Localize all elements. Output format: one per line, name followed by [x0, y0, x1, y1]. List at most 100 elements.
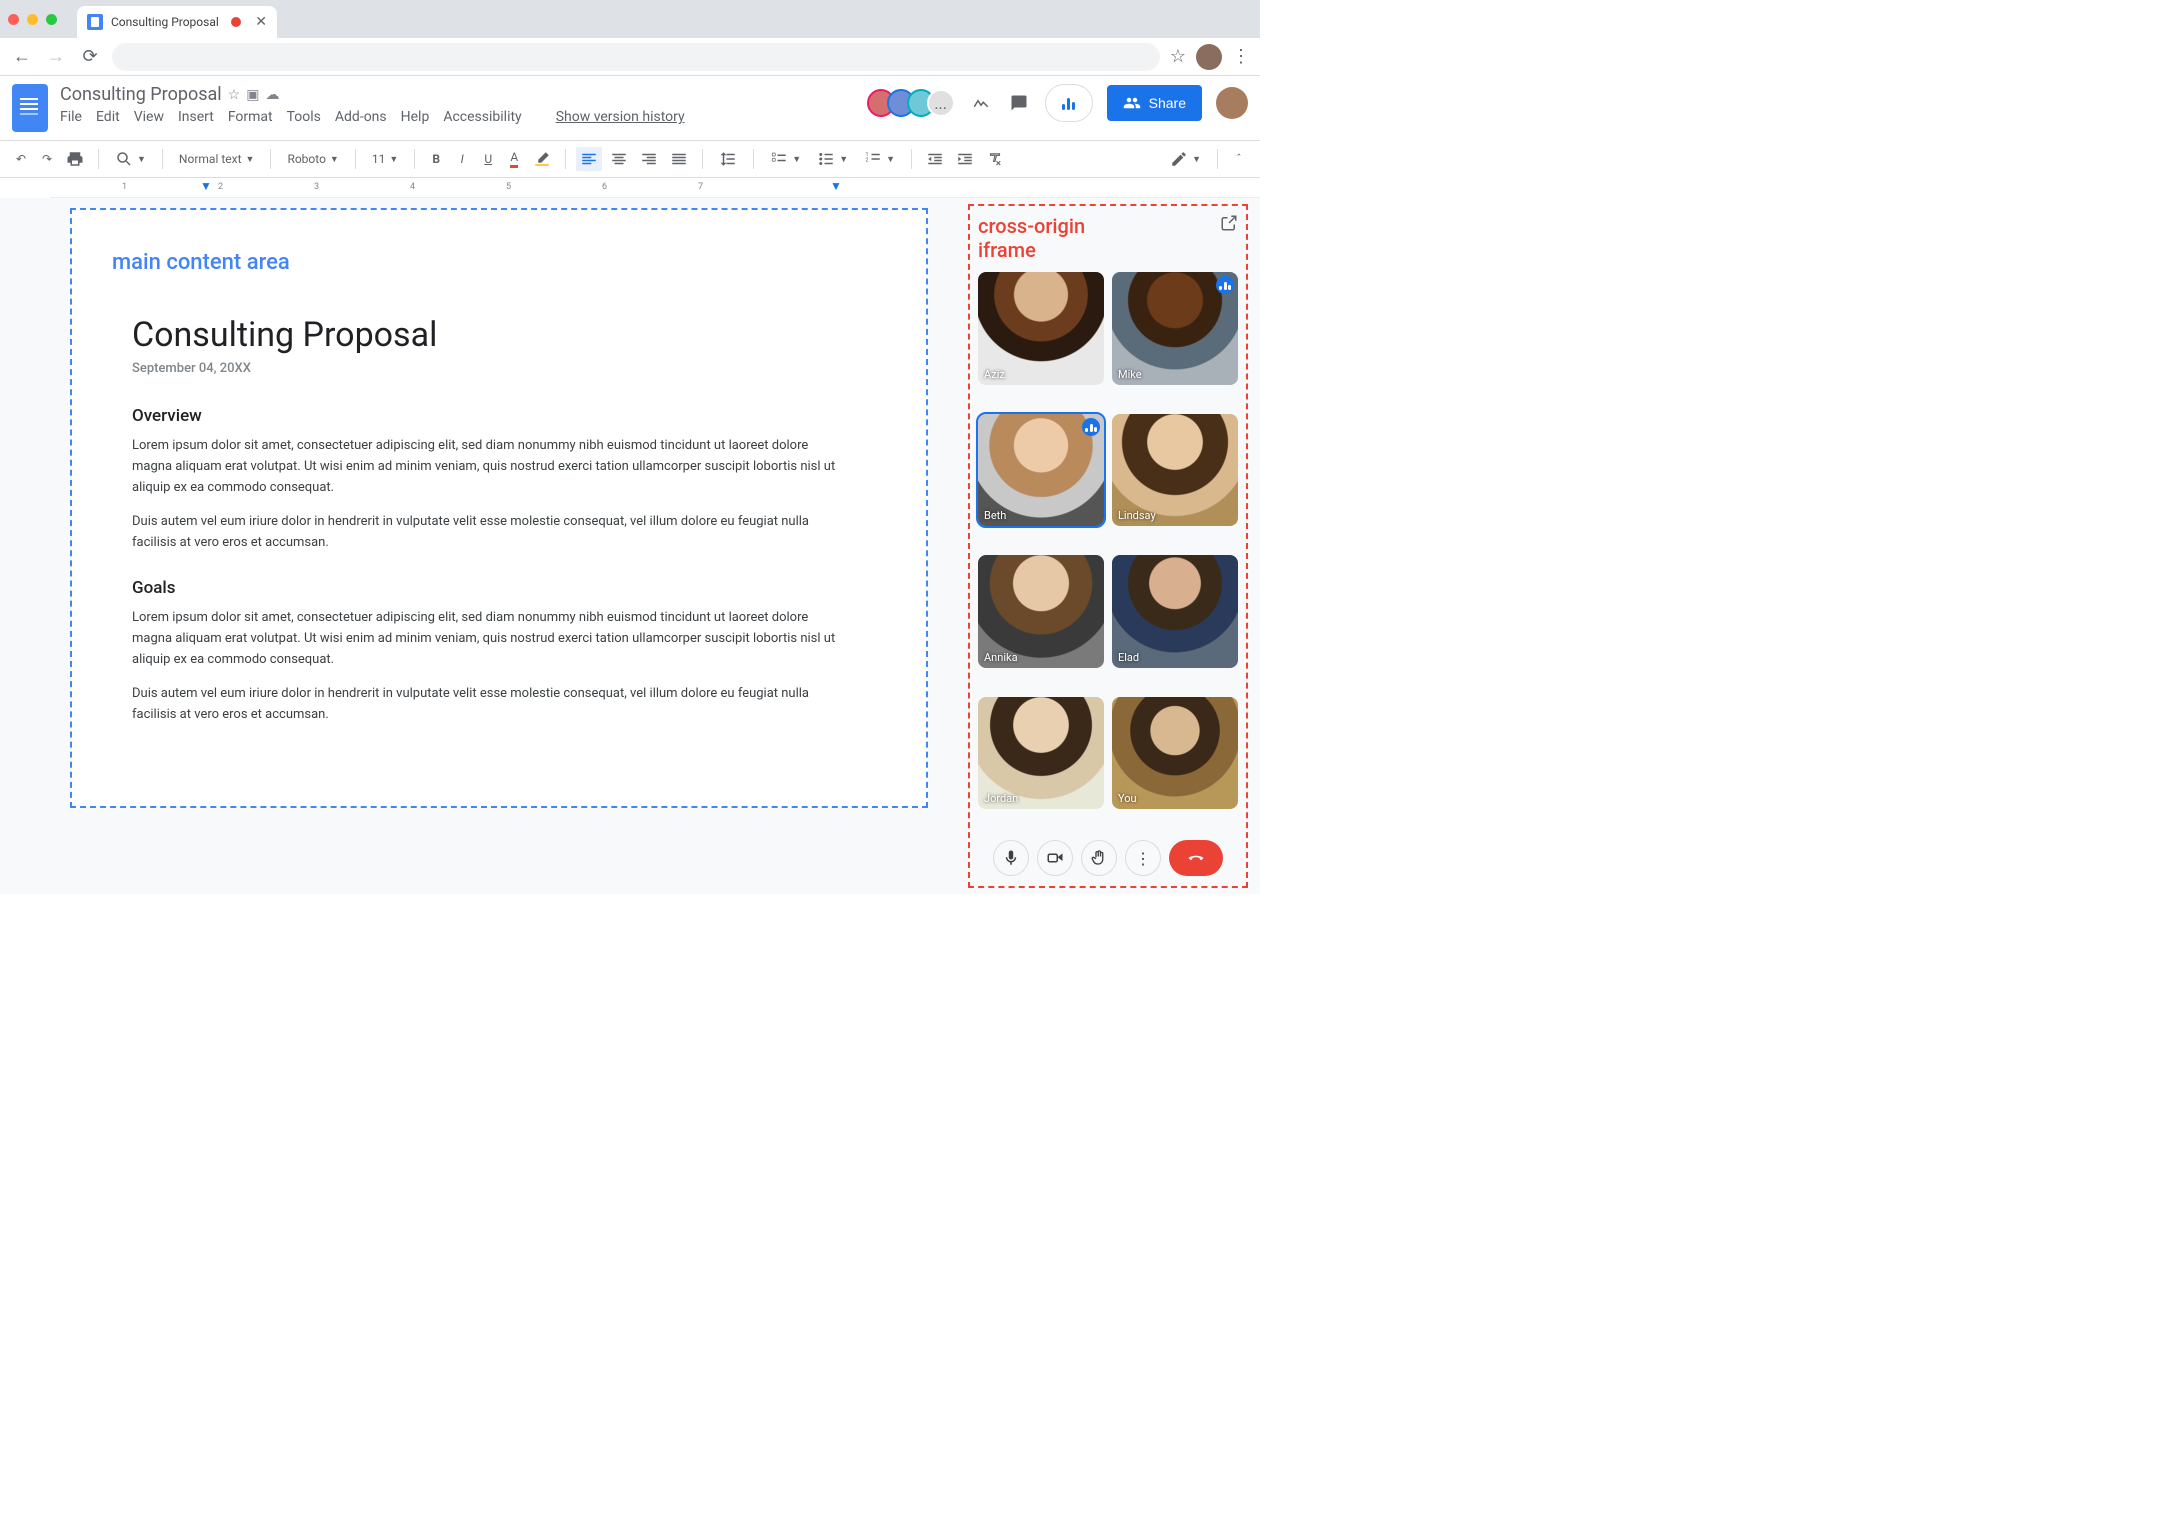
account-avatar[interactable] [1216, 87, 1248, 119]
annotation-iframe-label: cross-origin iframe [978, 214, 1085, 262]
collaborator-avatars[interactable]: ... [875, 89, 955, 117]
checklist-button[interactable]: ▼ [764, 147, 807, 171]
document-date[interactable]: September 04, 20XX [132, 361, 836, 376]
font-family-dropdown[interactable]: Roboto▼ [281, 147, 344, 171]
numbered-list-button[interactable]: 12▼ [858, 147, 901, 171]
camera-toggle-button[interactable] [1037, 840, 1073, 876]
paragraph[interactable]: Lorem ipsum dolor sit amet, consectetuer… [132, 608, 836, 670]
speaking-indicator-icon [1082, 418, 1100, 436]
clear-formatting-button[interactable] [982, 147, 1008, 171]
popout-button[interactable] [1220, 214, 1238, 236]
line-spacing-button[interactable] [713, 147, 743, 171]
participant-tile[interactable]: Elad [1112, 555, 1238, 668]
speaking-indicator-icon [1216, 276, 1234, 294]
font-size-dropdown[interactable]: 11▼ [366, 147, 404, 171]
paragraph-style-dropdown[interactable]: Normal text▼ [173, 147, 261, 171]
docs-header: Consulting Proposal ☆ ▣ ☁ File Edit View… [0, 76, 1260, 140]
people-icon [1123, 94, 1141, 112]
hangup-button[interactable] [1169, 840, 1223, 876]
browser-tab[interactable]: Consulting Proposal ✕ [77, 6, 277, 38]
align-right-button[interactable] [636, 147, 662, 171]
paragraph[interactable]: Duis autem vel eum iriure dolor in hendr… [132, 512, 836, 554]
raise-hand-button[interactable] [1081, 840, 1117, 876]
participant-tile[interactable]: Lindsay [1112, 414, 1238, 527]
underline-button[interactable]: U [477, 147, 499, 171]
svg-text:2: 2 [866, 157, 869, 163]
section-heading-overview[interactable]: Overview [132, 406, 836, 426]
tab-close-button[interactable]: ✕ [255, 14, 267, 30]
tab-title: Consulting Proposal [111, 15, 219, 29]
menu-edit[interactable]: Edit [96, 109, 120, 125]
share-button[interactable]: Share [1107, 85, 1202, 121]
align-left-button[interactable] [576, 147, 602, 171]
forward-button[interactable]: → [44, 46, 68, 67]
hide-menus-button[interactable]: ˆ [1228, 147, 1250, 171]
menu-accessibility[interactable]: Accessibility [443, 109, 521, 125]
menu-view[interactable]: View [134, 109, 164, 125]
activity-icon[interactable] [969, 91, 993, 115]
bold-button[interactable]: B [425, 147, 447, 171]
paragraph[interactable]: Duis autem vel eum iriure dolor in hendr… [132, 684, 836, 726]
redo-button[interactable]: ↷ [36, 147, 58, 171]
annotation-main-content-label: main content area [112, 250, 836, 275]
menu-addons[interactable]: Add-ons [335, 109, 387, 125]
horizontal-ruler[interactable]: ▼ 1 2 3 4 5 6 7 ▼ [50, 178, 1260, 198]
indent-marker-left[interactable]: ▼ [200, 179, 212, 193]
indent-button[interactable] [952, 147, 978, 171]
cloud-saved-icon: ☁ [265, 87, 279, 103]
comments-icon[interactable] [1007, 91, 1031, 115]
document-page[interactable]: main content area Consulting Proposal Se… [70, 208, 928, 808]
reload-button[interactable]: ⟳ [78, 46, 102, 67]
docs-logo-icon[interactable] [12, 84, 48, 132]
menu-file[interactable]: File [60, 109, 82, 125]
menu-insert[interactable]: Insert [178, 109, 214, 125]
voice-activity-icon [1062, 96, 1075, 110]
back-button[interactable]: ← [10, 46, 34, 67]
window-controls [8, 0, 57, 38]
version-history-link[interactable]: Show version history [556, 109, 685, 125]
participant-tile[interactable]: Beth [978, 414, 1104, 527]
window-fullscreen-button[interactable] [46, 14, 57, 25]
address-bar-input[interactable] [112, 43, 1160, 71]
docs-favicon-icon [87, 14, 103, 30]
print-button[interactable] [62, 147, 88, 171]
menu-help[interactable]: Help [401, 109, 430, 125]
highlight-color-button[interactable] [529, 147, 555, 171]
section-heading-goals[interactable]: Goals [132, 578, 836, 598]
paragraph[interactable]: Lorem ipsum dolor sit amet, consectetuer… [132, 436, 836, 498]
editing-mode-button[interactable]: ▼ [1164, 147, 1207, 171]
indent-marker-right[interactable]: ▼ [830, 179, 842, 193]
text-color-button[interactable]: A [503, 147, 525, 171]
zoom-dropdown[interactable]: ▼ [109, 147, 152, 171]
participant-tile[interactable]: You [1112, 697, 1238, 810]
browser-menu-button[interactable]: ⋮ [1232, 46, 1250, 67]
document-canvas[interactable]: main content area Consulting Proposal Se… [0, 198, 968, 894]
star-icon[interactable]: ☆ [228, 87, 241, 103]
undo-button[interactable]: ↶ [10, 147, 32, 171]
more-options-button[interactable]: ⋮ [1125, 840, 1161, 876]
menu-format[interactable]: Format [228, 109, 273, 125]
window-close-button[interactable] [8, 14, 19, 25]
italic-button[interactable]: I [451, 147, 473, 171]
participant-tile[interactable]: Jordan [978, 697, 1104, 810]
align-center-button[interactable] [606, 147, 632, 171]
outdent-button[interactable] [922, 147, 948, 171]
participant-tile[interactable]: Mike [1112, 272, 1238, 385]
share-label: Share [1149, 95, 1186, 111]
meet-join-button[interactable] [1045, 84, 1093, 122]
document-title-input[interactable]: Consulting Proposal [60, 84, 222, 105]
mute-mic-button[interactable] [993, 840, 1029, 876]
recording-indicator-icon [231, 17, 241, 27]
profile-avatar[interactable] [1196, 44, 1222, 70]
participant-tile[interactable]: Annika [978, 555, 1104, 668]
align-justify-button[interactable] [666, 147, 692, 171]
window-minimize-button[interactable] [27, 14, 38, 25]
menu-bar: File Edit View Insert Format Tools Add-o… [60, 109, 685, 125]
collaborator-overflow[interactable]: ... [927, 89, 955, 117]
menu-tools[interactable]: Tools [287, 109, 321, 125]
bullet-list-button[interactable]: ▼ [811, 147, 854, 171]
document-heading[interactable]: Consulting Proposal [132, 315, 836, 355]
participant-tile[interactable]: Aziz [978, 272, 1104, 385]
move-folder-icon[interactable]: ▣ [246, 87, 259, 103]
bookmark-star-icon[interactable]: ☆ [1170, 46, 1186, 67]
